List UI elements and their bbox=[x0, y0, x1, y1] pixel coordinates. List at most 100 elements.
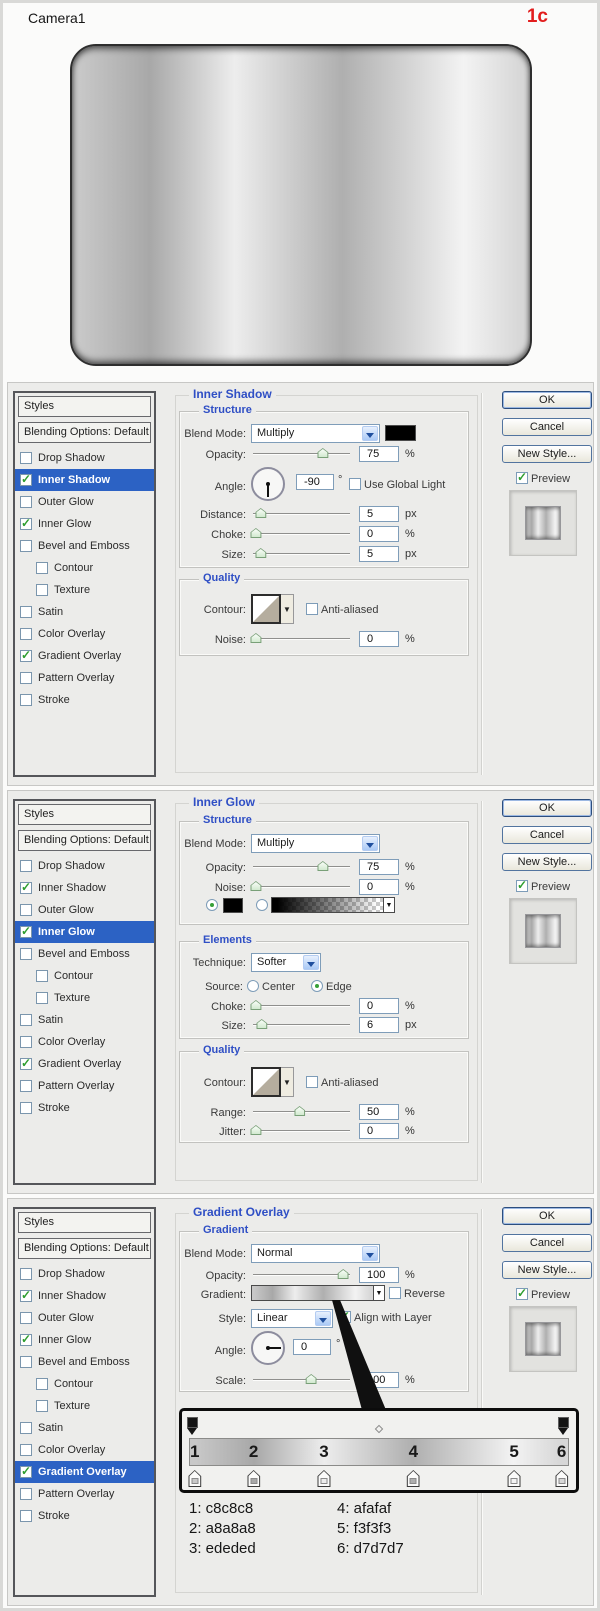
style-checkbox-icon[interactable] bbox=[20, 1268, 32, 1280]
range-slider[interactable] bbox=[253, 1105, 350, 1116]
choke-slider[interactable] bbox=[253, 999, 350, 1010]
style-checkbox-icon[interactable] bbox=[20, 606, 32, 618]
style-checkbox-icon[interactable] bbox=[20, 1422, 32, 1434]
color-stop-icon[interactable] bbox=[508, 1470, 521, 1487]
style-checkbox-icon[interactable] bbox=[20, 926, 32, 938]
sidebar-item-satin[interactable]: Satin bbox=[15, 601, 154, 623]
style-checkbox-icon[interactable] bbox=[20, 540, 32, 552]
noise-slider[interactable] bbox=[253, 632, 350, 643]
slider-handle[interactable] bbox=[250, 528, 261, 538]
color-stop-icon[interactable] bbox=[188, 1470, 201, 1487]
sidebar-item-stroke[interactable]: Stroke bbox=[15, 689, 154, 711]
chevron-down-icon[interactable] bbox=[303, 955, 319, 970]
midpoint-diamond-icon[interactable] bbox=[375, 1425, 383, 1433]
source-edge-radio[interactable] bbox=[311, 980, 323, 992]
shadow-color-swatch[interactable] bbox=[385, 425, 416, 441]
slider-handle[interactable] bbox=[306, 1374, 317, 1384]
style-checkbox-icon[interactable] bbox=[20, 1444, 32, 1456]
noise-input[interactable]: 0 bbox=[359, 631, 399, 647]
angle-input[interactable]: -90 bbox=[296, 474, 334, 490]
color-stop-icon[interactable] bbox=[407, 1470, 420, 1487]
sidebar-item-satin[interactable]: Satin bbox=[15, 1009, 154, 1031]
chevron-down-icon[interactable] bbox=[315, 1311, 331, 1326]
style-checkbox-icon[interactable] bbox=[20, 1080, 32, 1092]
scale-slider[interactable] bbox=[253, 1373, 350, 1384]
sidebar-item-bevel-and-emboss[interactable]: Bevel and Emboss bbox=[15, 535, 154, 557]
sidebar-item-gradient-overlay[interactable]: Gradient Overlay bbox=[15, 645, 154, 667]
opacity-input[interactable]: 75 bbox=[359, 446, 399, 462]
sidebar-item-texture[interactable]: Texture bbox=[15, 1395, 154, 1417]
sidebar-item-inner-shadow[interactable]: Inner Shadow bbox=[15, 877, 154, 899]
sidebar-item-drop-shadow[interactable]: Drop Shadow bbox=[15, 855, 154, 877]
sidebar-item-pattern-overlay[interactable]: Pattern Overlay bbox=[15, 1075, 154, 1097]
contour-thumbnail[interactable] bbox=[251, 1067, 281, 1097]
sidebar-item-gradient-overlay[interactable]: Gradient Overlay bbox=[15, 1053, 154, 1075]
technique-select[interactable]: Softer bbox=[251, 953, 321, 972]
align-with-layer-checkbox[interactable] bbox=[339, 1311, 351, 1323]
sidebar-item-drop-shadow[interactable]: Drop Shadow bbox=[15, 1263, 154, 1285]
blend-mode-select[interactable]: Normal bbox=[251, 1244, 380, 1263]
contour-picker-arrow-icon[interactable]: ▼ bbox=[281, 1067, 294, 1097]
glow-gradient-bar[interactable] bbox=[271, 897, 384, 913]
contour-thumbnail[interactable] bbox=[251, 594, 281, 624]
style-checkbox-icon[interactable] bbox=[20, 1058, 32, 1070]
gradient-picker-arrow-icon[interactable]: ▼ bbox=[373, 1285, 385, 1301]
contour-picker-arrow-icon[interactable]: ▼ bbox=[281, 594, 294, 624]
opacity-slider[interactable] bbox=[253, 447, 350, 458]
style-checkbox-icon[interactable] bbox=[20, 1488, 32, 1500]
gradient-picker-arrow-icon[interactable]: ▼ bbox=[383, 897, 395, 913]
angle-input[interactable]: 0 bbox=[293, 1339, 331, 1355]
source-center-radio[interactable] bbox=[247, 980, 259, 992]
blending-options-item[interactable]: Blending Options: Default bbox=[18, 830, 151, 851]
slider-handle[interactable] bbox=[250, 881, 261, 891]
style-checkbox-icon[interactable] bbox=[20, 1290, 32, 1302]
sidebar-item-inner-shadow[interactable]: Inner Shadow bbox=[15, 469, 154, 491]
slider-handle[interactable] bbox=[317, 861, 328, 871]
choke-input[interactable]: 0 bbox=[359, 998, 399, 1014]
style-checkbox-icon[interactable] bbox=[20, 628, 32, 640]
slider-handle[interactable] bbox=[250, 1000, 261, 1010]
sidebar-item-bevel-and-emboss[interactable]: Bevel and Emboss bbox=[15, 943, 154, 965]
style-checkbox-icon[interactable] bbox=[20, 1510, 32, 1522]
color-stop-icon[interactable] bbox=[555, 1470, 568, 1487]
noise-input[interactable]: 0 bbox=[359, 879, 399, 895]
style-checkbox-icon[interactable] bbox=[20, 694, 32, 706]
slider-handle[interactable] bbox=[255, 548, 266, 558]
anti-aliased-checkbox[interactable] bbox=[306, 1076, 318, 1088]
scale-input[interactable]: 100 bbox=[359, 1372, 399, 1388]
style-checkbox-icon[interactable] bbox=[36, 970, 48, 982]
sidebar-item-drop-shadow[interactable]: Drop Shadow bbox=[15, 447, 154, 469]
sidebar-item-stroke[interactable]: Stroke bbox=[15, 1505, 154, 1527]
style-checkbox-icon[interactable] bbox=[20, 1334, 32, 1346]
sidebar-item-outer-glow[interactable]: Outer Glow bbox=[15, 1307, 154, 1329]
sidebar-item-bevel-and-emboss[interactable]: Bevel and Emboss bbox=[15, 1351, 154, 1373]
slider-handle[interactable] bbox=[250, 633, 261, 643]
style-checkbox-icon[interactable] bbox=[20, 904, 32, 916]
sidebar-item-texture[interactable]: Texture bbox=[15, 579, 154, 601]
style-checkbox-icon[interactable] bbox=[20, 1312, 32, 1324]
slider-handle[interactable] bbox=[294, 1106, 305, 1116]
slider-handle[interactable] bbox=[338, 1269, 349, 1279]
new-style-button[interactable]: New Style... bbox=[502, 1261, 592, 1279]
style-checkbox-icon[interactable] bbox=[20, 860, 32, 872]
blend-mode-select[interactable]: Multiply bbox=[251, 834, 380, 853]
sidebar-item-contour[interactable]: Contour bbox=[15, 965, 154, 987]
distance-slider[interactable] bbox=[253, 507, 350, 518]
cancel-button[interactable]: Cancel bbox=[502, 1234, 592, 1252]
size-slider[interactable] bbox=[253, 1018, 350, 1029]
blending-options-item[interactable]: Blending Options: Default bbox=[18, 422, 151, 443]
blend-mode-select[interactable]: Multiply bbox=[251, 424, 380, 443]
sidebar-item-outer-glow[interactable]: Outer Glow bbox=[15, 899, 154, 921]
size-slider[interactable] bbox=[253, 547, 350, 558]
sidebar-item-contour[interactable]: Contour bbox=[15, 1373, 154, 1395]
opacity-input[interactable]: 100 bbox=[359, 1267, 399, 1283]
ok-button[interactable]: OK bbox=[502, 1207, 592, 1225]
style-checkbox-icon[interactable] bbox=[20, 1036, 32, 1048]
use-global-light-checkbox[interactable] bbox=[349, 478, 361, 490]
preview-checkbox[interactable] bbox=[516, 472, 528, 484]
noise-slider[interactable] bbox=[253, 880, 350, 891]
style-checkbox-icon[interactable] bbox=[20, 672, 32, 684]
sidebar-item-pattern-overlay[interactable]: Pattern Overlay bbox=[15, 667, 154, 689]
sidebar-item-color-overlay[interactable]: Color Overlay bbox=[15, 1439, 154, 1461]
color-stop-icon[interactable] bbox=[317, 1470, 330, 1487]
